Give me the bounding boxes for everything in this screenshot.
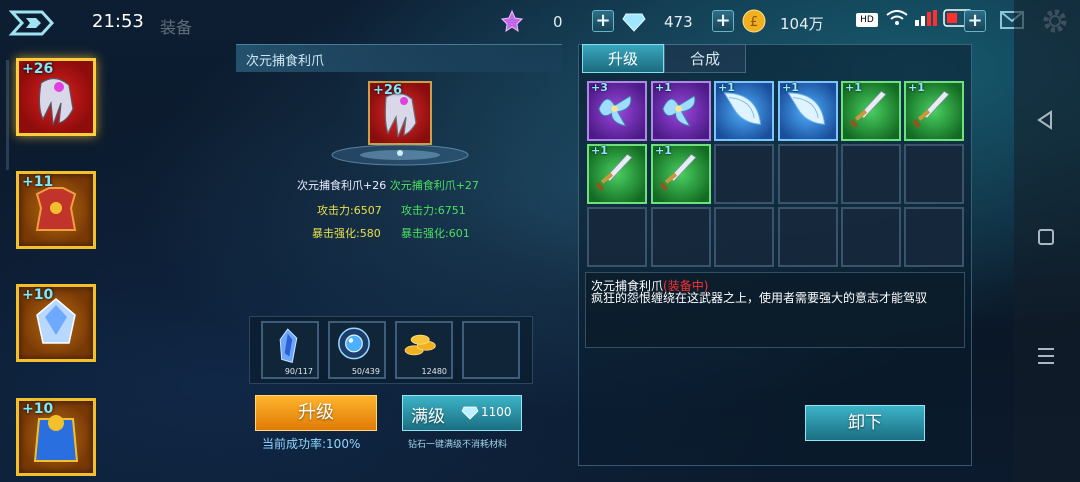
max-level-note: 钻石一键满级不消耗材料 <box>408 440 508 450</box>
star-gem-icon <box>501 10 523 32</box>
item-level: +1 <box>655 144 672 157</box>
item-level: +1 <box>655 81 672 94</box>
item-level: +1 <box>718 81 735 94</box>
empty-inventory-slot[interactable] <box>587 207 647 267</box>
tab-upgrade[interactable]: 升级 <box>582 44 664 73</box>
max-level-button[interactable]: 满级 1100 <box>402 395 522 431</box>
max-level-label: 满级 <box>411 407 445 427</box>
unequip-button[interactable]: 卸下 <box>805 405 925 441</box>
blue-shard-icon <box>265 323 315 373</box>
tab-synthesize[interactable]: 合成 <box>664 44 746 73</box>
list-divider <box>6 60 9 170</box>
cape-icon <box>23 405 89 471</box>
next-item-name: 次元捕食利爪+27 <box>389 179 479 192</box>
screen-title: 装备 <box>160 18 193 37</box>
description-text: 疯狂的怨恨缠绕在这武器之上，使用者需要强大的意志才能驾驭 <box>591 291 928 305</box>
item-title: 次元捕食利爪 <box>246 54 325 69</box>
cape-icon <box>33 415 79 462</box>
nav-recent-apps-icon[interactable] <box>1038 348 1054 364</box>
diamond-icon <box>461 406 479 420</box>
selected-item-icon: +26 <box>368 81 432 145</box>
claw-weapon-icon <box>23 65 89 131</box>
upgrade-button[interactable]: 升级 <box>255 395 377 431</box>
back-arrow-icon <box>8 10 55 36</box>
empty-inventory-slot[interactable] <box>714 144 774 204</box>
empty-inventory-slot[interactable] <box>651 207 711 267</box>
empty-inventory-slot[interactable] <box>904 207 964 267</box>
blue-shard-icon <box>279 328 298 363</box>
nav-back-icon[interactable] <box>1036 110 1056 130</box>
attack-next: 攻击力:6751 <box>401 204 466 217</box>
equipment-slot[interactable]: +11 <box>16 171 96 249</box>
crystal-icon <box>23 291 89 357</box>
inventory-item[interactable]: +1 <box>904 81 964 141</box>
inventory-item[interactable]: +1 <box>841 81 901 141</box>
item-level: +1 <box>782 81 799 94</box>
claw-weapon-icon <box>38 77 74 126</box>
crystal-icon <box>36 298 76 344</box>
empty-inventory-slot[interactable] <box>714 207 774 267</box>
empty-material-slot[interactable] <box>462 321 520 379</box>
add-star-gem-button[interactable]: + <box>592 10 614 32</box>
gold-coin-icon: £ <box>742 9 766 33</box>
inventory-item[interactable]: +1 <box>778 81 838 141</box>
max-level-cost: 1100 <box>481 405 512 419</box>
material-slot[interactable]: 50/439 <box>328 321 386 379</box>
hd-icon: HD <box>856 13 878 27</box>
clock: 21:53 <box>92 11 144 32</box>
diamond-icon <box>622 10 646 32</box>
orb-icon <box>338 327 370 360</box>
gold-coins-icon <box>404 334 436 356</box>
wifi-icon <box>886 10 909 25</box>
inventory-item[interactable]: +1 <box>587 144 647 204</box>
diamond-count: 473 <box>664 13 693 31</box>
add-gold-button[interactable]: + <box>964 10 986 32</box>
empty-inventory-slot[interactable] <box>904 144 964 204</box>
inventory-item[interactable]: +3 <box>587 81 647 141</box>
empty-inventory-slot[interactable] <box>778 207 838 267</box>
selected-item-level: +26 <box>373 83 402 98</box>
material-slot[interactable]: 90/117 <box>261 321 319 379</box>
empty-inventory-slot[interactable] <box>841 207 901 267</box>
gold-count: 104万 <box>780 15 824 33</box>
empty-inventory-slot[interactable] <box>778 144 838 204</box>
equipment-slot[interactable]: +10 <box>16 398 96 476</box>
equipment-slot[interactable]: +26 <box>16 58 96 136</box>
inventory-item[interactable]: +1 <box>651 81 711 141</box>
gold-coins-icon <box>399 323 449 373</box>
system-status-icons: HD <box>848 9 977 27</box>
material-count: 90/117 <box>284 367 313 376</box>
add-diamond-button[interactable]: + <box>712 10 734 32</box>
crit-current: 暴击强化:580 <box>312 227 381 240</box>
nav-home-icon[interactable] <box>1038 229 1054 245</box>
item-level: +3 <box>591 81 608 94</box>
orb-icon <box>332 323 382 373</box>
star-gem-count: 0 <box>553 13 563 31</box>
pedestal-icon <box>330 142 470 168</box>
back-button[interactable] <box>8 6 56 40</box>
material-slot[interactable]: 12480 <box>395 321 453 379</box>
armor-icon <box>23 178 89 244</box>
material-count: 50/439 <box>351 367 380 376</box>
item-level: +1 <box>845 81 862 94</box>
inventory-item[interactable]: +1 <box>714 81 774 141</box>
empty-inventory-slot[interactable] <box>841 144 901 204</box>
signal-icon <box>914 10 937 26</box>
svg-text:£: £ <box>750 15 758 30</box>
item-level: +1 <box>591 144 608 157</box>
success-rate: 当前成功率:100% <box>262 437 361 451</box>
attack-current: 攻击力:6507 <box>317 204 382 217</box>
armor-icon <box>35 187 77 231</box>
material-count: 12480 <box>421 367 447 376</box>
crit-next: 暴击强化:601 <box>401 227 470 240</box>
inventory-item[interactable]: +1 <box>651 144 711 204</box>
equipment-slot[interactable]: +10 <box>16 284 96 362</box>
current-item-name: 次元捕食利爪+26 <box>297 179 387 192</box>
upgrade-name-row: 次元捕食利爪+26 次元捕食利爪+27 <box>297 177 479 193</box>
item-level: +1 <box>908 81 925 94</box>
